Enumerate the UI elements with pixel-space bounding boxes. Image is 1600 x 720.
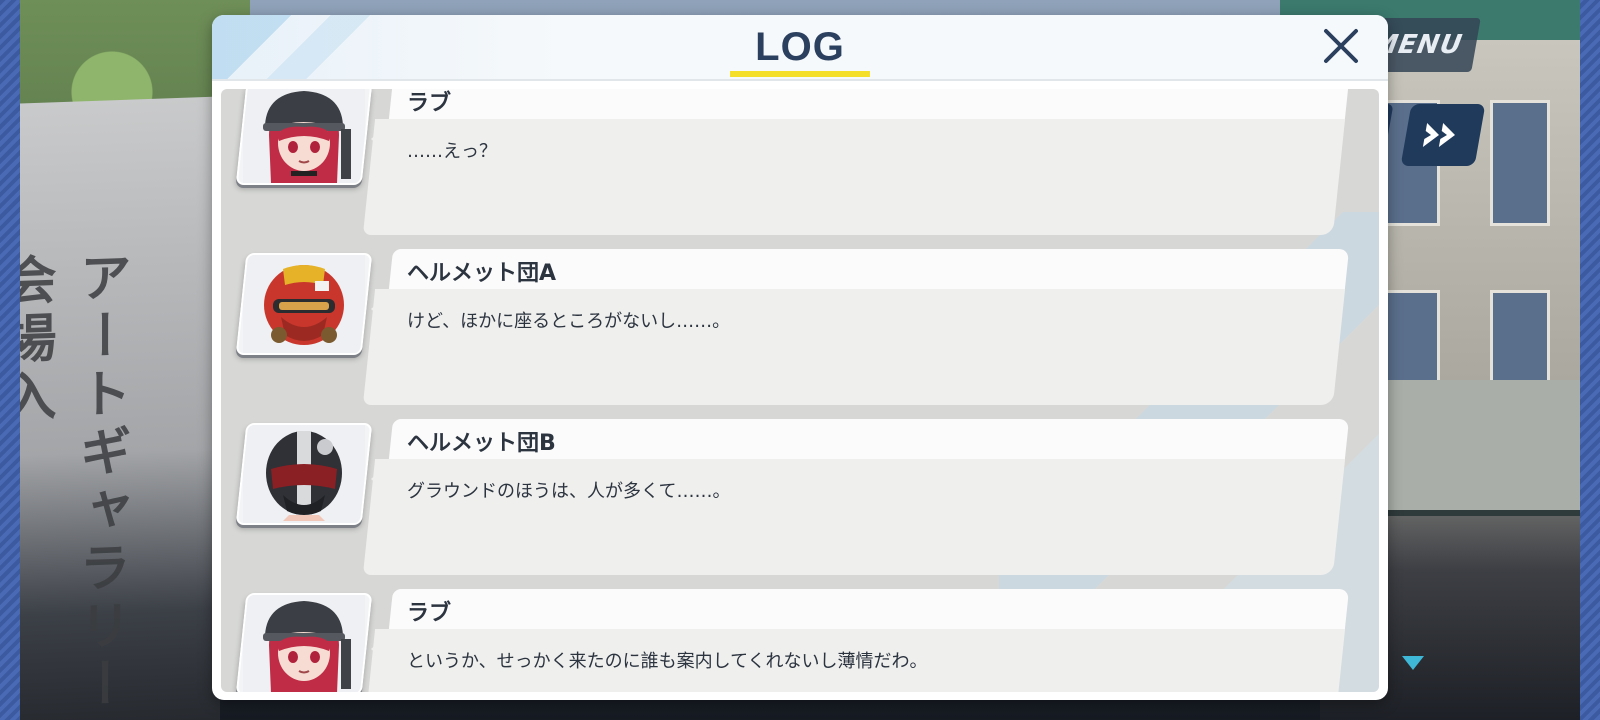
- fast-forward-button[interactable]: [1400, 104, 1486, 166]
- gallery-banner: アートギャラリー会場入: [20, 96, 220, 720]
- log-list[interactable]: ラブ ……えっ？ ヘルメット団A けど、ほかに座るところがないし……。 ヘルメッ…: [221, 89, 1379, 692]
- love-portrait: [235, 89, 373, 185]
- bubble-tail: [371, 297, 385, 321]
- close-icon: [1324, 29, 1358, 63]
- close-button[interactable]: [1322, 27, 1360, 65]
- fast-forward-icon: [1422, 123, 1455, 147]
- modal-title: LOG: [755, 25, 845, 69]
- speaker-name: ヘルメット団B: [407, 431, 556, 456]
- log-modal: LOG ラブ ……えっ？ ヘルメット団A けど、ほかに座るところがないし……。 …: [212, 15, 1388, 700]
- banner-text: アートギャラリー会場入: [20, 249, 131, 716]
- speaker-name: ヘルメット団A: [407, 261, 557, 286]
- message-bubble: [362, 119, 1346, 235]
- log-entry: ラブ ……えっ？: [221, 89, 1379, 239]
- helmet-b-portrait-icon: [243, 425, 365, 523]
- message-text: けど、ほかに座るところがないし……。: [407, 311, 731, 332]
- love-portrait: [235, 593, 373, 692]
- love-portrait-icon: [243, 595, 365, 692]
- name-bar: [388, 89, 1350, 119]
- bubble-tail: [371, 467, 385, 491]
- log-entry: ヘルメット団B グラウンドのほうは、人が多くて……。: [221, 419, 1379, 579]
- helmet-b-portrait: [235, 423, 373, 525]
- speaker-name: ラブ: [407, 601, 452, 626]
- modal-header: LOG: [212, 15, 1388, 81]
- title-underline: [730, 71, 870, 77]
- helmet-a-portrait: [235, 253, 373, 355]
- bubble-tail: [371, 127, 385, 151]
- building-window: [1490, 100, 1550, 226]
- speaker-name: ラブ: [407, 91, 452, 116]
- helmet-a-portrait-icon: [243, 255, 365, 353]
- message-text: グラウンドのほうは、人が多くて……。: [407, 481, 731, 502]
- love-portrait-icon: [243, 89, 365, 183]
- message-text: というか、せっかく来たのに誰も案内してくれないし薄情だわ。: [407, 651, 928, 672]
- bubble-tail: [371, 637, 385, 661]
- name-bar: [388, 589, 1350, 629]
- advance-indicator-icon: [1402, 656, 1424, 670]
- log-entry: ヘルメット団A けど、ほかに座るところがないし……。: [221, 249, 1379, 409]
- log-entry: ラブ というか、せっかく来たのに誰も案内してくれないし薄情だわ。: [221, 589, 1379, 692]
- message-text: ……えっ？: [407, 141, 497, 162]
